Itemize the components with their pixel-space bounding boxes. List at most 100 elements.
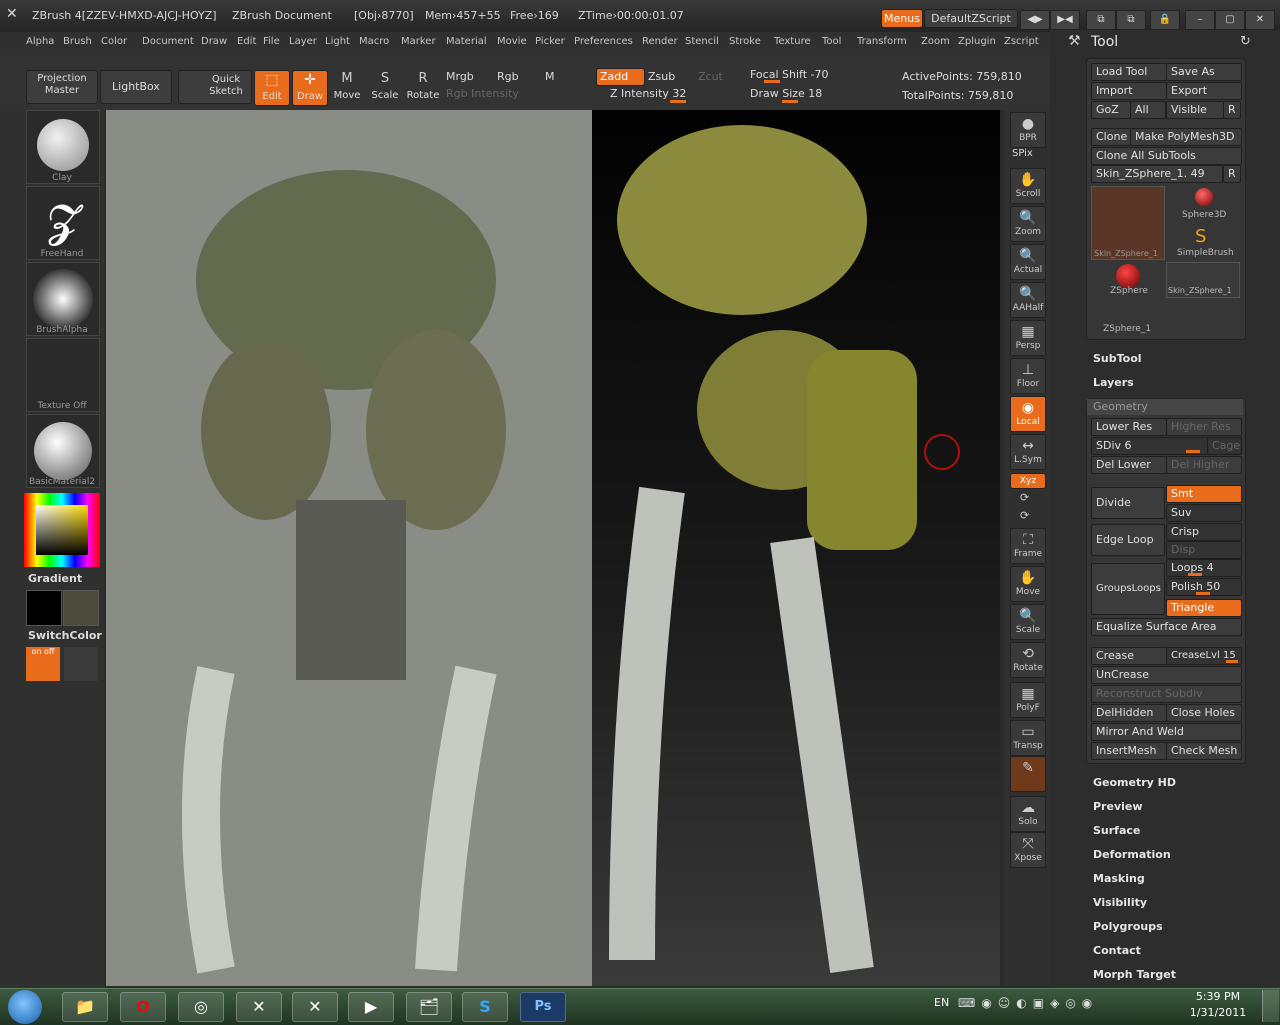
rgb-intensity-slider[interactable]: Rgb Intensity (446, 87, 519, 100)
actual-button[interactable]: 🔍 Actual (1010, 244, 1046, 280)
3d-viewport[interactable] (592, 110, 1000, 986)
current-tool-r-button[interactable]: R (1223, 165, 1241, 183)
equalize-surface-button[interactable]: Equalize Surface Area (1091, 618, 1242, 636)
skype-icon[interactable]: S (462, 992, 508, 1022)
xyz-button[interactable]: Xyz (1010, 473, 1046, 489)
suv-toggle[interactable]: Suv (1166, 504, 1242, 522)
photoshop-icon[interactable]: Ps (520, 992, 566, 1022)
load-tool-button[interactable]: Load Tool (1091, 63, 1167, 81)
focal-shift-slider[interactable]: Focal Shift -70 (750, 68, 828, 81)
simplebrush-icon[interactable]: S (1195, 226, 1206, 247)
crease-button[interactable]: Crease (1091, 647, 1167, 665)
floor-button[interactable]: ⊥ Floor (1010, 358, 1046, 394)
menu-zplugin[interactable]: Zplugin (958, 36, 996, 47)
scale-mode-button[interactable]: S Scale (368, 70, 402, 104)
subtool-section[interactable]: SubTool (1093, 352, 1142, 365)
menu-stroke[interactable]: Stroke (729, 36, 761, 47)
zoom-button[interactable]: 🔍 Zoom (1010, 206, 1046, 242)
menu-light[interactable]: Light (325, 36, 350, 47)
aahalf-button[interactable]: 🔍 AAHalf (1010, 282, 1046, 318)
menu-texture[interactable]: Texture (774, 36, 811, 47)
triangle-toggle[interactable]: Triangle (1166, 599, 1242, 617)
draw-mode-button[interactable]: ✛ Draw (292, 70, 328, 106)
menu-tool[interactable]: Tool (822, 36, 841, 47)
default-zscript-button[interactable]: DefaultZScript (924, 9, 1018, 28)
rotate-z-icon[interactable]: ⟳ (1020, 509, 1029, 522)
show-desktop-button[interactable] (1262, 990, 1279, 1022)
loops-slider[interactable]: Loops 4 (1166, 559, 1242, 577)
menu-picker[interactable]: Picker (535, 36, 565, 47)
menu-render[interactable]: Render (642, 36, 678, 47)
menus-button[interactable]: Menus (881, 9, 923, 28)
del-lower-button[interactable]: Del Lower (1091, 456, 1167, 474)
move-view-button[interactable]: ✋ Move (1010, 566, 1046, 602)
menu-document[interactable]: Document (142, 36, 194, 47)
minimize-icon[interactable]: – (1185, 10, 1215, 30)
gauge-icon[interactable] (64, 647, 98, 681)
rgb-button[interactable]: Rgb (497, 70, 519, 83)
sphere3d-icon[interactable] (1195, 188, 1213, 206)
main-color-swatch[interactable] (26, 590, 62, 626)
polyf-button[interactable]: ▦ PolyF (1010, 682, 1046, 718)
projection-master-button[interactable]: Projection Master (26, 70, 98, 104)
contact-section[interactable]: Contact (1093, 944, 1141, 957)
local-button[interactable]: ◉ Local (1010, 396, 1046, 432)
maximize-icon[interactable]: ▢ (1215, 10, 1245, 30)
menu-stencil[interactable]: Stencil (685, 36, 719, 47)
menu-material[interactable]: Material (446, 36, 487, 47)
ui-toggle2-icon[interactable]: ▶◀ (1050, 10, 1080, 30)
menu-macro[interactable]: Macro (359, 36, 389, 47)
edge-loop-button[interactable]: Edge Loop (1091, 524, 1165, 556)
refresh-icon[interactable]: ↻ (1240, 34, 1251, 49)
m-button[interactable]: M (545, 70, 555, 83)
explorer-icon[interactable]: 📁 (62, 992, 108, 1022)
media-player-icon[interactable]: ▶ (348, 992, 394, 1022)
menu-zoom[interactable]: Zoom (921, 36, 950, 47)
insertmesh-button[interactable]: InsertMesh (1091, 742, 1167, 760)
folder-icon[interactable]: 🗂 (406, 992, 452, 1022)
menu-brush[interactable]: Brush (63, 36, 92, 47)
r-button[interactable]: R (1223, 101, 1241, 119)
import-button[interactable]: Import (1091, 82, 1167, 100)
mrgb-button[interactable]: Mrgb (446, 70, 474, 83)
secondary-color-swatch[interactable] (63, 590, 99, 626)
visibility-section[interactable]: Visibility (1093, 896, 1147, 909)
rotate-view-button[interactable]: ⟲ Rotate (1010, 642, 1046, 678)
make-polymesh-button[interactable]: Make PolyMesh3D (1130, 128, 1242, 146)
disp-slider[interactable]: Disp (1166, 541, 1242, 559)
higher-res-button[interactable]: Higher Res (1166, 418, 1242, 436)
zsub-button[interactable]: Zsub (648, 70, 675, 83)
lsym-button[interactable]: ↔ L.Sym (1010, 434, 1046, 470)
menu-movie[interactable]: Movie (497, 36, 527, 47)
clone-button[interactable]: Clone (1091, 128, 1131, 146)
frame-button[interactable]: ⛶ Frame (1010, 528, 1046, 564)
geometry-hd-section[interactable]: Geometry HD (1093, 776, 1176, 789)
reconstruct-subdiv-button[interactable]: Reconstruct Subdiv (1091, 685, 1242, 703)
rotate-mode-button[interactable]: R Rotate (406, 70, 440, 104)
zadd-button[interactable]: Zadd (596, 68, 645, 86)
menu-zscript[interactable]: Zscript (1004, 36, 1039, 47)
clone-all-subtools-button[interactable]: Clone All SubTools (1091, 147, 1242, 165)
layers-section[interactable]: Layers (1093, 376, 1134, 389)
start-button-icon[interactable] (8, 990, 42, 1024)
z-intensity-slider[interactable]: Z Intensity 32 (610, 87, 686, 100)
switchcolor-button[interactable]: SwitchColor (28, 629, 102, 642)
tray-icons[interactable]: ⌨◉☺◐▣◈◎◉ (958, 996, 1098, 1010)
quick-sketch-button[interactable]: Quick Sketch (178, 70, 252, 104)
lower-res-button[interactable]: Lower Res (1091, 418, 1167, 436)
gradient-button[interactable]: Gradient (28, 572, 82, 585)
zbrush-task2-icon[interactable]: ✕ (292, 992, 338, 1022)
del-higher-button[interactable]: Del Higher (1166, 456, 1242, 474)
export-button[interactable]: Export (1166, 82, 1242, 100)
smt-toggle[interactable]: Smt (1166, 485, 1242, 503)
current-tool-slider[interactable]: Skin_ZSphere_1. 49 (1091, 165, 1223, 183)
menu-preferences[interactable]: Preferences (574, 36, 633, 47)
solo-button[interactable]: ☁ Solo (1010, 796, 1046, 832)
groupsloops-button[interactable]: GroupsLoops (1091, 563, 1165, 615)
menu-marker[interactable]: Marker (401, 36, 436, 47)
lightbox-button[interactable]: LightBox (100, 70, 172, 104)
color-square[interactable] (36, 505, 88, 555)
move-mode-button[interactable]: M Move (330, 70, 364, 104)
goz-button[interactable]: GoZ (1091, 101, 1131, 119)
uncrease-button[interactable]: UnCrease (1091, 666, 1242, 684)
